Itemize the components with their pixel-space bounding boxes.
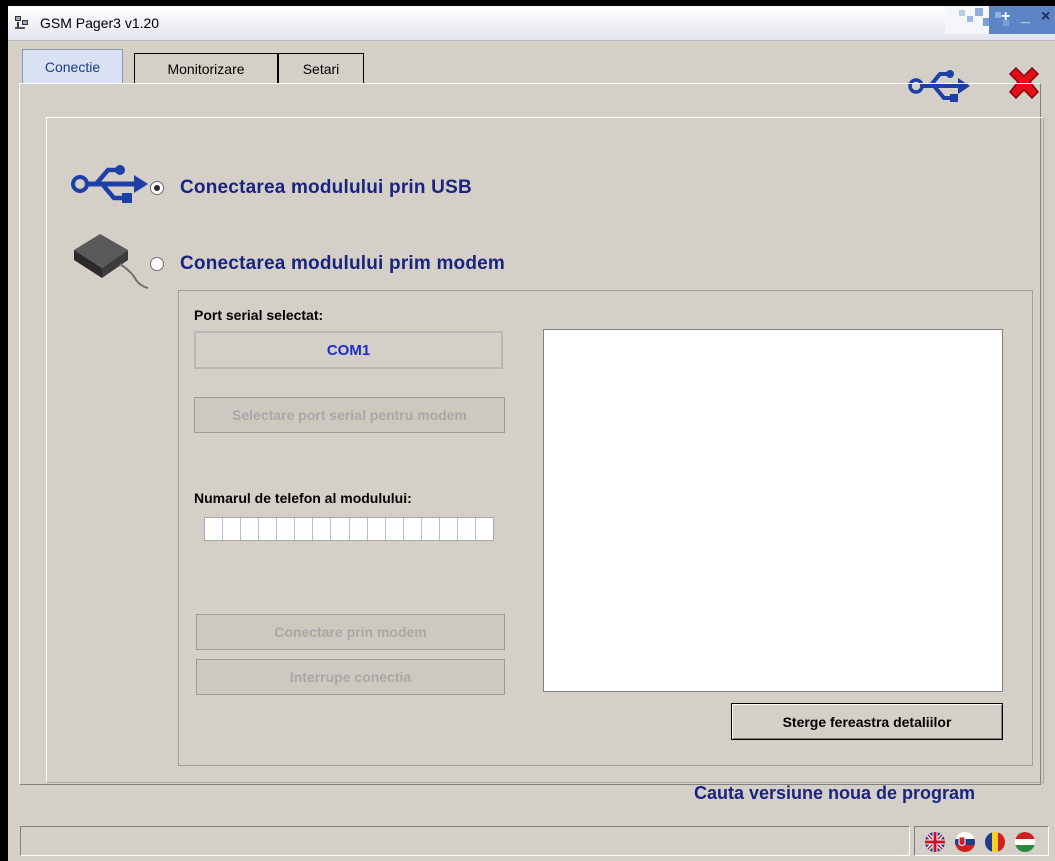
app-icon [15,16,28,29]
phone-label: Numarul de telefon al modulului: [194,490,412,506]
language-selector [914,826,1049,856]
port-value-text: COM1 [326,341,371,359]
close-window-button[interactable]: × [1041,8,1050,26]
disconnect-label: Interrupe conectia [289,669,412,685]
select-port-button[interactable]: Selectare port serial pentru modem [194,397,505,433]
usb-radio[interactable] [150,181,164,195]
gsm-modem-icon [74,234,149,289]
tab-setari[interactable]: Setari [278,53,364,83]
phone-digit-cell[interactable] [386,518,404,540]
tab-label: Setari [302,60,340,77]
modem-radio[interactable] [150,257,164,271]
usb-large-icon [71,165,148,203]
connect-modem-button[interactable]: Conectare prin modem [196,614,505,650]
phone-digit-cell[interactable] [241,518,260,540]
slovak-flag-icon[interactable] [955,832,975,852]
status-text-pane [20,826,910,856]
phone-digit-cell[interactable] [259,518,278,540]
window-controls: + _ × [945,6,1055,34]
english-flag-icon[interactable] [925,832,945,852]
tab-label: Conectie [44,59,101,75]
maximize-button[interactable]: + [1001,8,1010,26]
phone-digit-cell[interactable] [223,518,242,540]
phone-digit-cell[interactable] [295,518,314,540]
select-port-label: Selectare port serial pentru modem [232,407,467,423]
port-value: COM1 [194,331,503,369]
window-title: GSM Pager3 v1.20 [40,15,160,31]
phone-digit-cell[interactable] [277,518,296,540]
phone-digit-cell[interactable] [440,518,458,540]
phone-digit-cell[interactable] [404,518,422,540]
radio-dot [154,185,160,191]
clear-details-button[interactable]: Sterge fereastra detaliilor [731,703,1003,740]
phone-digit-cell[interactable] [313,518,332,540]
tab-label: Monitorizare [167,60,245,77]
app-window: GSM Pager3 v1.20 + _ × Conectie Monitori… [6,6,1055,861]
check-update-link[interactable]: Cauta versiune noua de program [694,783,975,804]
port-label: Port serial selectat: [194,307,324,323]
status-bar [8,825,1055,861]
phone-digit-cell[interactable] [458,518,476,540]
phone-digit-cell[interactable] [350,518,368,540]
minimize-button[interactable]: _ [1021,8,1030,26]
title-bar[interactable]: GSM Pager3 v1.20 + _ × [8,6,1055,41]
tab-conectie[interactable]: Conectie [22,49,123,84]
connect-modem-label: Conectare prin modem [274,624,427,640]
clear-details-label: Sterge fereastra detaliilor [782,713,952,730]
phone-number-input[interactable] [204,517,494,541]
phone-digit-cell[interactable] [368,518,386,540]
phone-digit-cell[interactable] [422,518,440,540]
hungarian-flag-icon[interactable] [1015,832,1035,852]
modem-option-label[interactable]: Conectarea modulului prim modem [180,253,505,275]
details-window[interactable] [543,329,1003,692]
titlebar-pattern [945,6,1055,34]
disconnect-button[interactable]: Interrupe conectia [196,659,505,695]
tab-monitorizare[interactable]: Monitorizare [134,53,278,83]
phone-digit-cell[interactable] [331,518,350,540]
romanian-flag-icon[interactable] [985,832,1005,852]
usb-option-label[interactable]: Conectarea modulului prin USB [180,177,472,199]
phone-digit-cell[interactable] [476,518,493,540]
phone-digit-cell[interactable] [205,518,224,540]
